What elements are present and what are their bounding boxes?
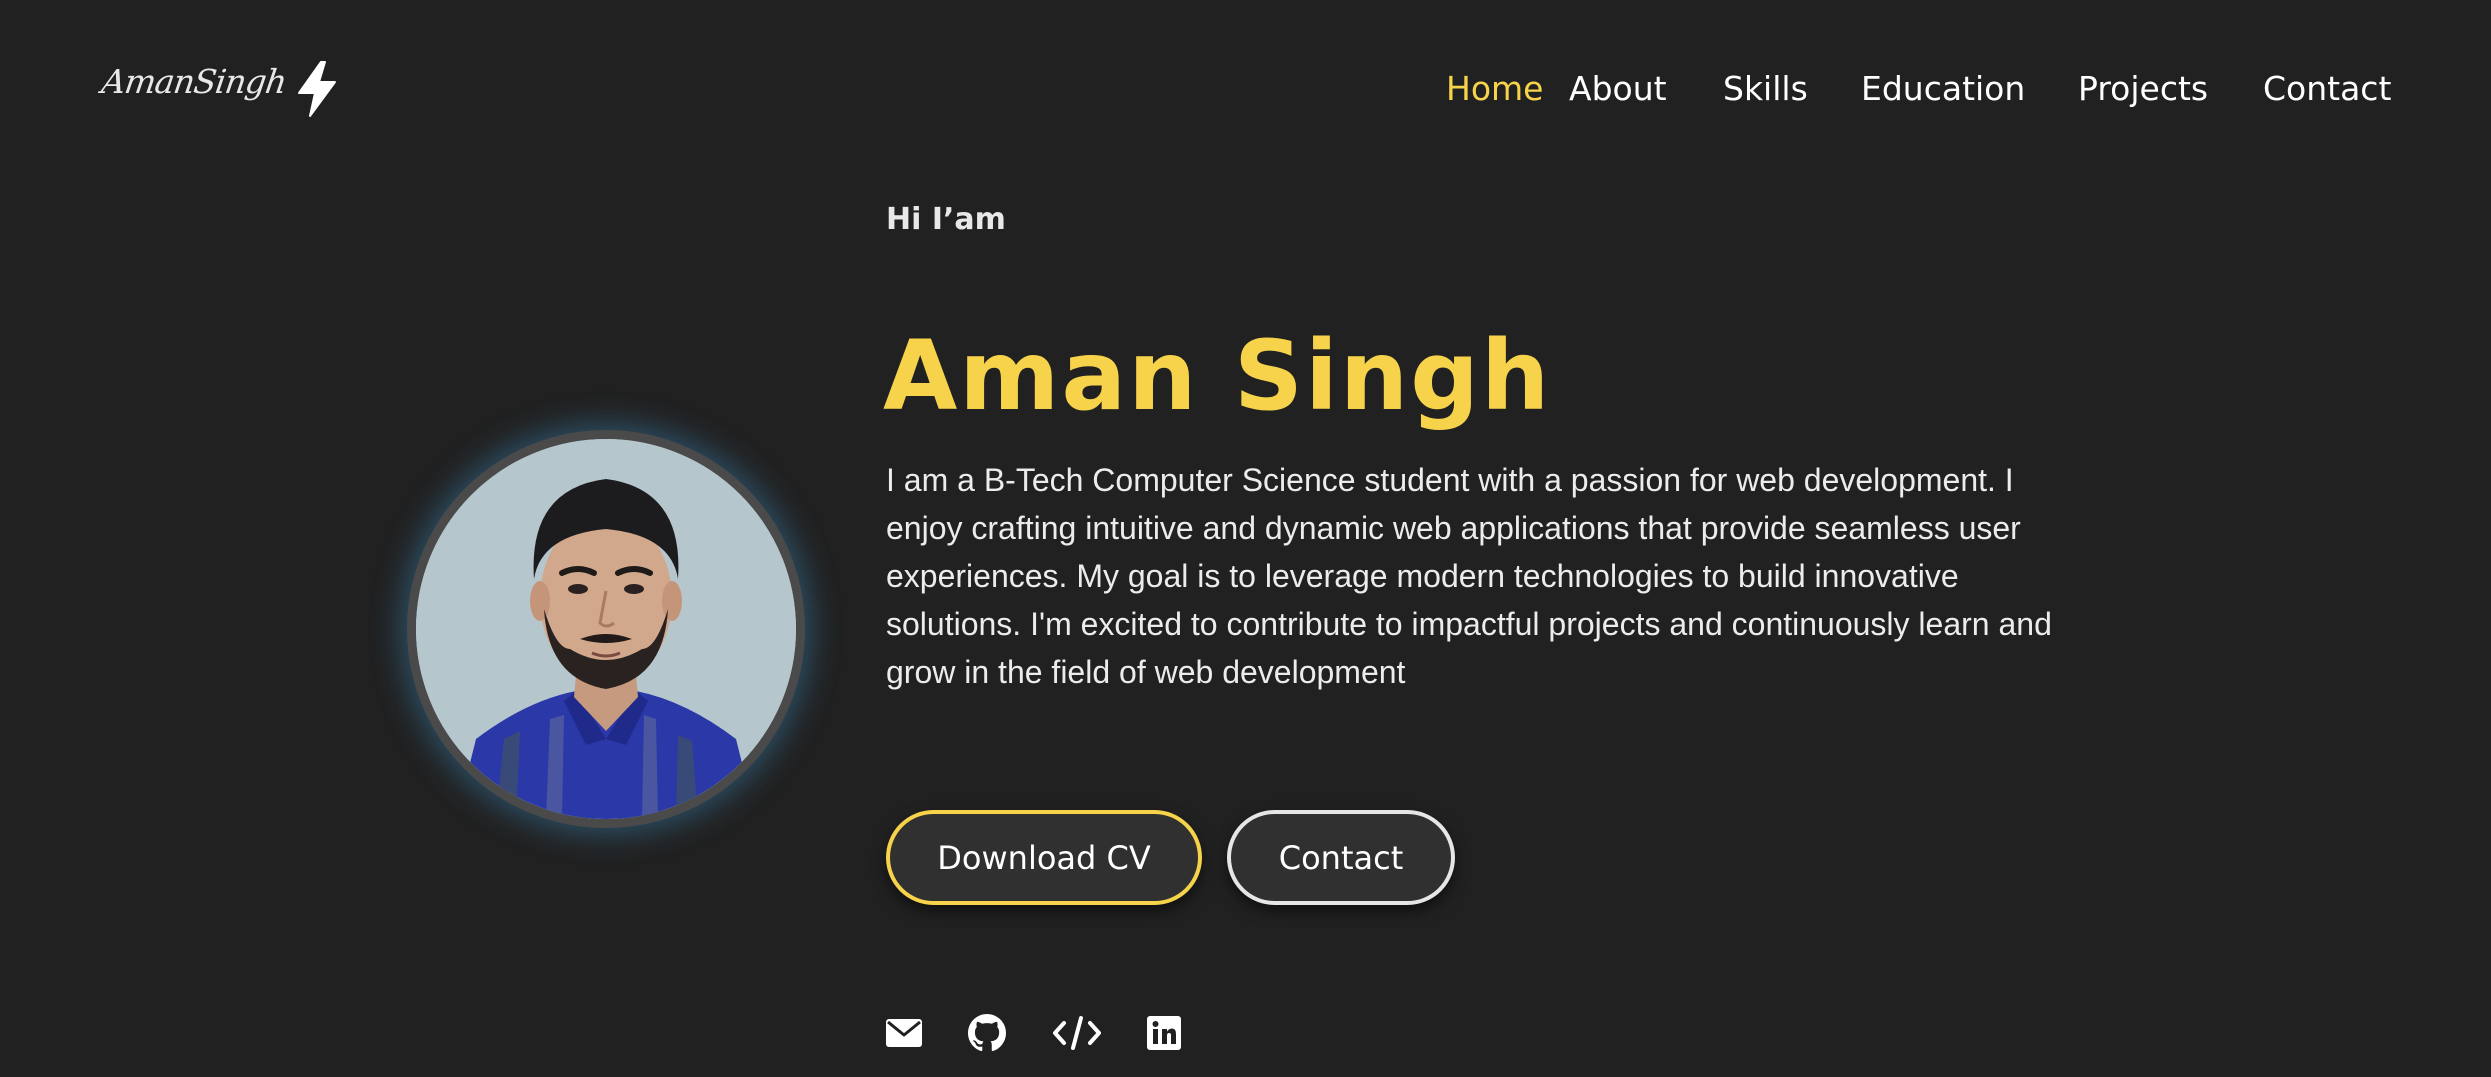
- portfolio-page: AmanSingh Home About Skills Education Pr…: [0, 0, 2491, 1077]
- nav-item-contact[interactable]: Contact: [2263, 66, 2391, 112]
- linkedin-icon[interactable]: [1146, 1013, 1182, 1053]
- code-icon[interactable]: [1052, 1013, 1102, 1053]
- nav-item-home[interactable]: Home: [1446, 66, 1543, 112]
- nav-item-skills[interactable]: Skills: [1723, 66, 1808, 112]
- nav-item-education[interactable]: Education: [1861, 66, 2025, 112]
- download-cv-label: Download CV: [937, 838, 1151, 877]
- mail-icon[interactable]: [885, 1013, 923, 1053]
- main-nav: Home About Skills Education Projects Con…: [0, 66, 2491, 116]
- hero-name: Aman Singh: [883, 320, 1552, 432]
- greeting-text: Hi I’am: [886, 202, 1006, 237]
- hero-bio: I am a B-Tech Computer Science student w…: [886, 462, 2052, 690]
- github-icon[interactable]: [968, 1013, 1006, 1053]
- contact-button-label: Contact: [1278, 838, 1404, 877]
- nav-item-about[interactable]: About: [1569, 66, 1667, 112]
- contact-button[interactable]: Contact: [1227, 810, 1455, 905]
- profile-photo: [407, 430, 805, 828]
- nav-item-projects[interactable]: Projects: [2078, 66, 2208, 112]
- download-cv-button[interactable]: Download CV: [886, 810, 1202, 905]
